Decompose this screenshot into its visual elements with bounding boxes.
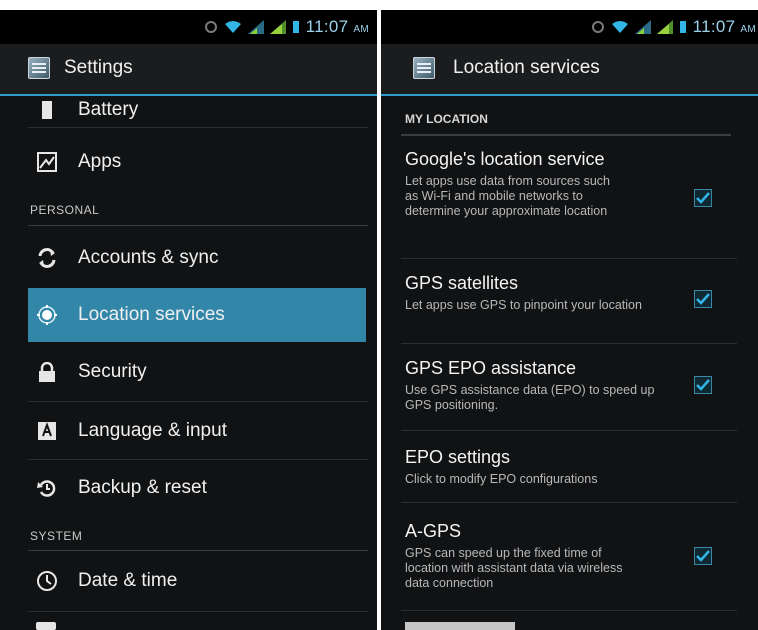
clock-ampm: AM xyxy=(740,24,756,35)
pref-title: Google's location service xyxy=(405,149,605,169)
settings-item-partial[interactable] xyxy=(36,622,336,630)
pref-gps-satellites[interactable]: GPS satellites Let apps use GPS to pinpo… xyxy=(405,272,705,313)
battery-status-icon xyxy=(679,21,686,33)
settings-app-icon[interactable] xyxy=(413,57,435,79)
pref-partial[interactable] xyxy=(405,622,525,630)
battery-icon xyxy=(36,99,58,121)
pref-title: GPS satellites xyxy=(405,273,519,293)
sync-icon xyxy=(36,247,58,269)
location-services-screen: 11:07 AM Location services MY LOCATION G… xyxy=(381,0,758,630)
pref-a-gps[interactable]: A-GPS GPS can speed up the fixed time of… xyxy=(405,520,705,591)
alarm-icon xyxy=(204,21,217,33)
action-bar-title: Settings xyxy=(64,57,133,78)
divider xyxy=(28,225,368,226)
signal-icon xyxy=(269,20,286,34)
settings-item-label: Apps xyxy=(78,151,122,172)
divider xyxy=(401,258,737,259)
divider xyxy=(401,134,731,136)
clock-time: 11:07 xyxy=(692,17,736,36)
divider xyxy=(28,127,368,128)
pref-summary: Let apps use data from sources such as W… xyxy=(405,174,610,218)
pref-gps-epo-assistance[interactable]: GPS EPO assistance Use GPS assistance da… xyxy=(405,357,705,413)
pref-summary: Use GPS assistance data (EPO) to speed u… xyxy=(405,383,655,412)
check-icon xyxy=(696,293,710,305)
battery-status-icon xyxy=(292,21,299,33)
status-bar: 11:07 AM xyxy=(0,10,377,44)
check-icon xyxy=(696,550,710,562)
action-bar: Settings xyxy=(0,44,377,96)
backup-icon xyxy=(36,477,58,499)
divider xyxy=(28,401,368,402)
section-header-my-location: MY LOCATION xyxy=(405,112,488,126)
signal-icon xyxy=(634,20,651,34)
divider xyxy=(401,343,737,344)
check-icon xyxy=(696,192,710,204)
settings-item-label: Battery xyxy=(78,99,139,120)
clock-icon xyxy=(36,570,58,592)
checkbox-a-gps[interactable] xyxy=(694,547,712,565)
divider xyxy=(401,502,737,503)
clock-time: 11:07 xyxy=(305,17,349,36)
section-header-system: SYSTEM xyxy=(30,529,83,543)
divider xyxy=(401,610,737,611)
settings-item-apps[interactable]: Apps xyxy=(28,134,366,190)
pref-summary: Click to modify EPO configurations xyxy=(405,472,598,486)
settings-item-language-input[interactable]: Language & input xyxy=(28,404,366,458)
signal-icon xyxy=(247,20,264,34)
settings-item-date-time[interactable]: Date & time xyxy=(28,554,366,608)
pref-google-location-service[interactable]: Google's location service Let apps use d… xyxy=(405,148,705,219)
divider xyxy=(28,611,368,612)
settings-item-backup-reset[interactable]: Backup & reset xyxy=(28,461,366,515)
settings-item-location-services[interactable]: Location services xyxy=(28,288,366,342)
settings-app-icon[interactable] xyxy=(28,57,50,79)
apps-icon xyxy=(36,151,58,173)
settings-item-label: Backup & reset xyxy=(78,477,207,498)
settings-item-label: Accounts & sync xyxy=(78,247,219,268)
section-header-personal: PERSONAL xyxy=(30,203,100,217)
settings-item-security[interactable]: Security xyxy=(28,345,366,399)
pref-title: A-GPS xyxy=(405,521,462,541)
settings-item-label: Language & input xyxy=(78,420,227,441)
wifi-icon xyxy=(224,21,241,33)
settings-item-battery[interactable]: Battery xyxy=(28,96,366,124)
divider xyxy=(401,430,737,431)
divider xyxy=(28,550,368,551)
settings-item-label: Location services xyxy=(78,304,225,325)
pref-title: EPO settings xyxy=(405,447,511,467)
settings-item-accounts-sync[interactable]: Accounts & sync xyxy=(28,231,366,285)
checkbox-gps-satellites[interactable] xyxy=(694,290,712,308)
pref-title: GPS EPO assistance xyxy=(405,358,577,378)
top-strip xyxy=(0,0,377,10)
wifi-icon xyxy=(611,21,628,33)
check-icon xyxy=(696,379,710,391)
settings-item-label: Security xyxy=(78,361,147,382)
lock-icon xyxy=(36,361,58,383)
pref-summary: Let apps use GPS to pinpoint your locati… xyxy=(405,298,642,312)
keyboard-icon xyxy=(36,420,58,442)
top-strip xyxy=(381,0,758,10)
clock-ampm: AM xyxy=(353,24,369,35)
pref-summary: GPS can speed up the fixed time of locat… xyxy=(405,546,623,590)
location-icon xyxy=(36,304,58,326)
pref-epo-settings[interactable]: EPO settings Click to modify EPO configu… xyxy=(405,446,705,487)
settings-screen: 11:07 AM Settings Battery Apps PERSONAL … xyxy=(0,0,377,630)
status-bar: 11:07 AM xyxy=(381,10,758,44)
divider xyxy=(28,459,368,460)
checkbox-google-location-service[interactable] xyxy=(694,189,712,207)
checkbox-gps-epo-assistance[interactable] xyxy=(694,376,712,394)
signal-icon xyxy=(656,20,673,34)
action-bar: Location services xyxy=(381,44,758,96)
settings-item-label: Date & time xyxy=(78,570,178,591)
action-bar-title: Location services xyxy=(453,57,600,78)
alarm-icon xyxy=(591,21,604,33)
